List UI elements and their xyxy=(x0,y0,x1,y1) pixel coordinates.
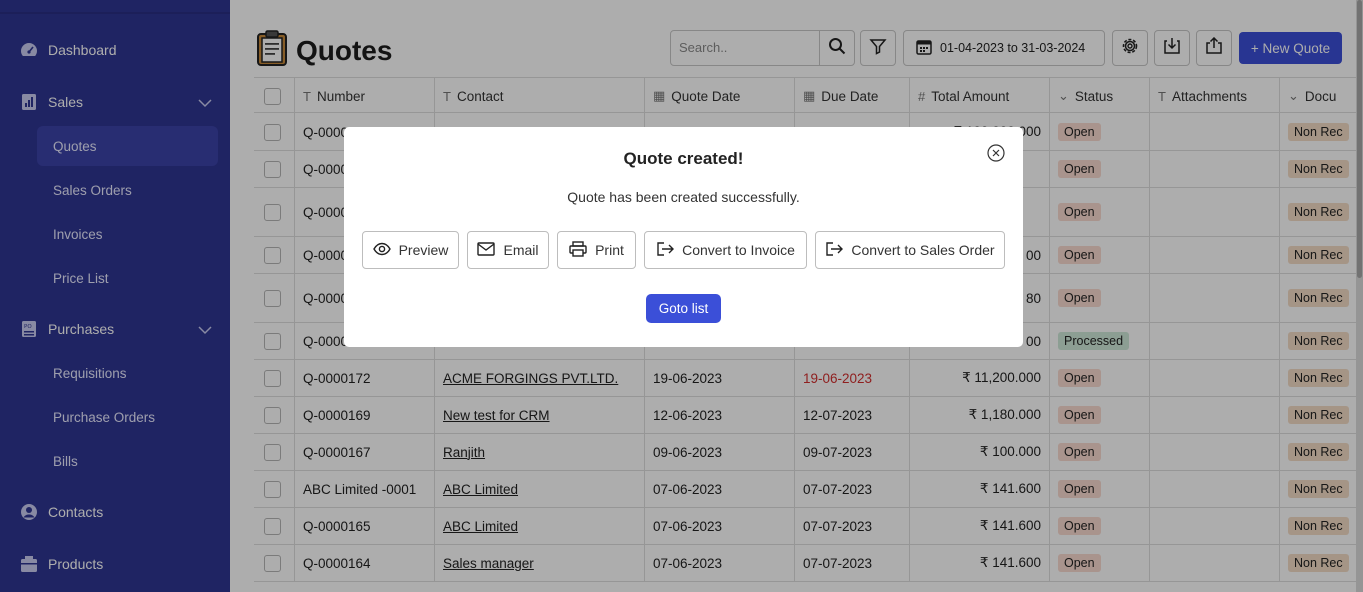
goto-list-button[interactable]: Goto list xyxy=(646,294,721,323)
envelope-icon xyxy=(477,241,503,259)
printer-icon xyxy=(569,240,595,260)
preview-button[interactable]: Preview xyxy=(362,231,459,269)
convert-to-sales-order-button[interactable]: Convert to Sales Order xyxy=(815,231,1005,269)
dialog-title: Quote created! xyxy=(623,149,744,168)
close-icon[interactable] xyxy=(987,144,1005,162)
export-arrow-icon xyxy=(656,241,682,260)
quote-created-dialog: Quote created! Quote has been created su… xyxy=(344,127,1023,347)
email-button[interactable]: Email xyxy=(467,231,549,269)
convert-to-invoice-button[interactable]: Convert to Invoice xyxy=(644,231,807,269)
print-button[interactable]: Print xyxy=(557,231,636,269)
export-arrow-icon xyxy=(825,241,851,260)
dialog-message: Quote has been created successfully. xyxy=(567,189,800,205)
eye-icon xyxy=(372,242,399,259)
